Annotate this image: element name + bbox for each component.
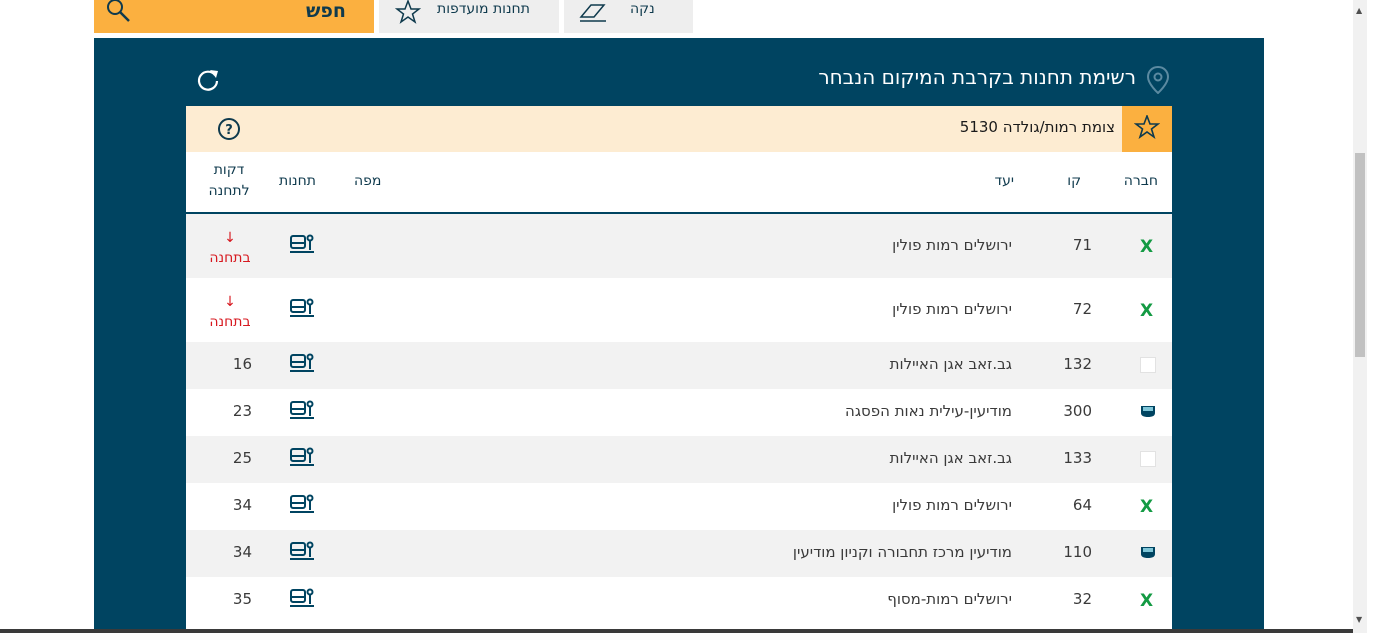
line-number: 300: [1063, 402, 1092, 420]
destination: מודיעין מרכז תחבורה וקניון מודיעין: [792, 543, 1012, 561]
panel-title: רשימת תחנות בקרבת המיקום הנבחר: [818, 65, 1136, 89]
favorite-stations-button[interactable]: תחנות מועדפות: [379, 0, 559, 33]
blank-logo: [1140, 357, 1158, 373]
table-row[interactable]: X 71 ירושלים רמות פולין ↓ בתחנה: [186, 214, 1172, 278]
line-number: 71: [1072, 236, 1092, 254]
destination: מודיעין-עילית נאות הפסגה: [845, 402, 1012, 420]
nearby-stations-panel: רשימת תחנות בקרבת המיקום הנבחר ? צומת רמ…: [94, 38, 1264, 633]
table-row[interactable]: 133 גב.זאב אגן האיילות 25: [186, 436, 1172, 483]
header-company: חברה: [1123, 173, 1158, 189]
refresh-icon[interactable]: [195, 67, 221, 97]
favorite-toggle-button[interactable]: [1122, 106, 1172, 152]
panel-header: רשימת תחנות בקרבת המיקום הנבחר: [94, 38, 1264, 106]
afikim-logo: X: [1140, 591, 1154, 611]
table-row[interactable]: X 72 ירושלים רמות פולין ↓ בתחנה: [186, 278, 1172, 342]
search-icon: [106, 0, 132, 28]
table-row[interactable]: 110 מודיעין מרכז תחבורה וקניון מודיעין 3…: [186, 530, 1172, 577]
line-number: 72: [1072, 300, 1092, 318]
star-outline-icon: [394, 0, 422, 28]
line-number: 32: [1072, 590, 1092, 608]
scroll-up-arrow-icon[interactable]: ▲: [1356, 6, 1362, 15]
header-minutes: דקות לתחנה: [208, 162, 250, 199]
destination: גב.זאב אגן האיילות: [889, 449, 1012, 467]
header-stations: תחנות: [279, 173, 316, 189]
clear-button-label: נקה: [630, 1, 655, 17]
arrival-status: ↓ בתחנה: [206, 292, 254, 332]
superbus-logo: [1140, 404, 1158, 420]
clear-button[interactable]: נקה: [564, 0, 693, 33]
search-button-label: חפש: [306, 0, 346, 22]
bus-stop-icon[interactable]: [290, 298, 314, 322]
scrollbar-thumb[interactable]: [1355, 153, 1365, 357]
blank-logo: [1140, 451, 1158, 467]
location-pin-icon: [1146, 65, 1170, 98]
down-arrow-icon: ↓: [224, 294, 236, 310]
minutes-to-station: 34: [232, 543, 252, 561]
minutes-to-station: 16: [232, 355, 252, 373]
bus-stop-icon[interactable]: [290, 234, 314, 258]
superbus-logo: [1140, 545, 1158, 561]
minutes-to-station: 23: [232, 402, 252, 420]
bus-stop-icon[interactable]: [290, 588, 314, 612]
arrival-text: בתחנה: [209, 314, 251, 330]
destination: ירושלים רמות פולין: [892, 236, 1012, 254]
scroll-down-arrow-icon[interactable]: ▼: [1356, 615, 1362, 624]
destination: ירושלים רמות פולין: [892, 300, 1012, 318]
bus-stop-icon[interactable]: [290, 447, 314, 471]
help-icon[interactable]: ?: [217, 117, 241, 145]
bus-stop-icon[interactable]: [290, 541, 314, 565]
top-toolbar: חפש תחנות מועדפות נקה: [0, 0, 1360, 38]
afikim-logo: X: [1140, 497, 1154, 517]
header-map: מפה: [354, 173, 382, 189]
lines-table: חברה קו יעד מפה תחנות דקות לתחנה X 71 יר…: [186, 152, 1172, 633]
star-outline-icon: [1133, 113, 1161, 143]
line-number: 132: [1063, 355, 1092, 373]
header-line: קו: [1067, 173, 1081, 189]
bus-stop-icon[interactable]: [290, 353, 314, 377]
table-row[interactable]: 300 מודיעין-עילית נאות הפסגה 23: [186, 389, 1172, 436]
table-row[interactable]: 132 גב.זאב אגן האיילות 16: [186, 342, 1172, 389]
minutes-to-station: 35: [232, 590, 252, 608]
line-number: 110: [1063, 543, 1092, 561]
station-bar: ? צומת רמות/גולדה 5130: [186, 106, 1172, 152]
arrival-text: בתחנה: [209, 250, 251, 266]
station-name: צומת רמות/גולדה 5130: [959, 118, 1115, 136]
header-destination: יעד: [994, 173, 1014, 189]
table-row[interactable]: X 32 ירושלים רמות-מסוף 35: [186, 577, 1172, 624]
afikim-logo: X: [1140, 301, 1154, 321]
bus-stop-icon[interactable]: [290, 400, 314, 424]
destination: גב.זאב אגן האיילות: [889, 355, 1012, 373]
search-button[interactable]: חפש: [94, 0, 374, 33]
table-row[interactable]: X 64 ירושלים רמות פולין 34: [186, 483, 1172, 530]
svg-text:?: ?: [225, 123, 233, 138]
destination: ירושלים רמות פולין: [892, 496, 1012, 514]
eraser-icon: [578, 0, 608, 28]
bus-stop-icon[interactable]: [290, 494, 314, 518]
bottom-edge: [0, 629, 1353, 633]
afikim-logo: X: [1140, 237, 1154, 257]
arrival-status: ↓ בתחנה: [206, 228, 254, 268]
line-number: 64: [1072, 496, 1092, 514]
line-number: 133: [1063, 449, 1092, 467]
minutes-to-station: 25: [232, 449, 252, 467]
window-edge: [1367, 0, 1374, 633]
table-header: חברה קו יעד מפה תחנות דקות לתחנה: [186, 152, 1172, 214]
favorite-stations-label: תחנות מועדפות: [437, 1, 530, 17]
destination: ירושלים רמות-מסוף: [887, 590, 1012, 608]
down-arrow-icon: ↓: [224, 230, 236, 246]
minutes-to-station: 34: [232, 496, 252, 514]
